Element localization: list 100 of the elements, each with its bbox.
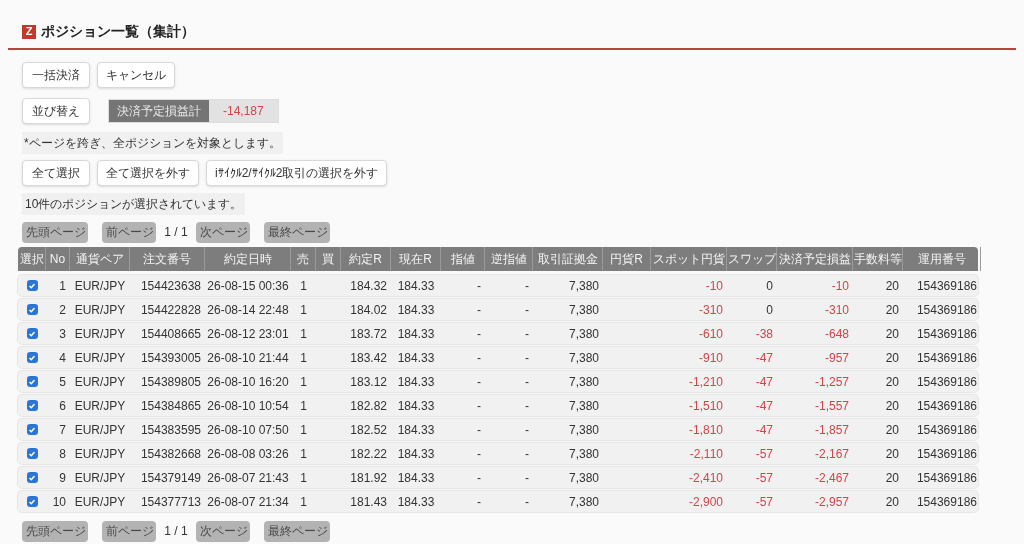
- table-cell-text: 154369186: [915, 349, 978, 367]
- table-row[interactable]: 4 EUR/JPY 154393005 26-08-10 21:44 1 183.42 184.33 - - 7,380 -910 -47 -957 20 154369186: [18, 347, 978, 368]
- table-cell-text: 183.12: [349, 373, 388, 391]
- table-cell-text: 7,380: [567, 397, 600, 415]
- table-cell-text: 1: [299, 349, 308, 367]
- table-cell-text: -: [524, 301, 530, 319]
- table-row[interactable]: 7 EUR/JPY 154383595 26-08-10 07:50 1 182.52 184.33 - - 7,380 -1,810 -47 -1,857 20 154369186: [18, 419, 978, 440]
- table-row[interactable]: 1 EUR/JPY 154423638 26-08-15 00:36 1 184.32 184.33 - - 7,380 -10 0 -10 20 154369186: [18, 275, 978, 296]
- table-row[interactable]: 10 EUR/JPY 154377713 26-08-07 21:34 1 181.43 184.33 - - 7,380 -2,900 -57 -2,957 20 154369186: [18, 491, 978, 512]
- table-cell-text: -310: [697, 301, 724, 319]
- table-cell-text: 154369186: [915, 469, 978, 487]
- table-cell-text: -: [476, 493, 482, 511]
- table-cell-text: 2: [58, 301, 67, 319]
- table-cell-text: 7,380: [567, 421, 600, 439]
- table-cell-text: -38: [754, 325, 774, 343]
- table-row[interactable]: 8 EUR/JPY 154382668 26-08-08 03:26 1 182.22 184.33 - - 7,380 -2,110 -57 -2,167 20 154369186: [18, 443, 978, 464]
- table-cell-text: -57: [754, 493, 774, 511]
- table-cell-text: EUR/JPY: [73, 493, 127, 511]
- table-cell-text: 20: [884, 445, 900, 463]
- table-cell-text: 154383595: [139, 421, 202, 439]
- checkbox[interactable]: [26, 472, 38, 483]
- deselect-all-button[interactable]: 全て選択を外す: [97, 160, 199, 186]
- table-cell-text: -: [476, 445, 482, 463]
- table-cell-text: 154369186: [915, 445, 978, 463]
- table-cell-text: 184.33: [396, 397, 436, 415]
- table-cell-text: 184.33: [396, 421, 436, 439]
- checkbox[interactable]: [26, 280, 38, 291]
- select-all-button[interactable]: 全て選択: [22, 160, 90, 186]
- sort-button[interactable]: 並び替え: [22, 98, 90, 124]
- total-value: -14,187: [222, 103, 265, 120]
- table-cell-text: -: [524, 277, 530, 295]
- checkbox[interactable]: [26, 496, 38, 507]
- table-cell-text: -: [524, 349, 530, 367]
- table-cell-text: 183.72: [349, 325, 388, 343]
- table-cell-text: -2,467: [813, 469, 850, 487]
- table-cell-text: 10: [51, 493, 67, 511]
- table-cell-text: -: [476, 325, 482, 343]
- table-cell-text: EUR/JPY: [73, 421, 127, 439]
- table-row[interactable]: 9 EUR/JPY 154379149 26-08-07 21:43 1 181.92 184.33 - - 7,380 -2,410 -57 -2,467 20 154369186: [18, 467, 978, 488]
- table-cell-text: -1,510: [687, 397, 724, 415]
- table-cell-text: 20: [884, 493, 900, 511]
- column-header: 運用番号: [903, 247, 981, 271]
- checkbox[interactable]: [26, 400, 38, 411]
- table-row[interactable]: 5 EUR/JPY 154389805 26-08-10 16:20 1 183.12 184.33 - - 7,380 -1,210 -47 -1,257 20 154369186: [18, 371, 978, 392]
- table-cell-text: 26-08-15 00:36: [206, 277, 290, 295]
- table-cell-text: 26-08-10 10:54: [206, 397, 290, 415]
- table-cell-text: 184.33: [396, 445, 436, 463]
- column-header: 選択: [18, 247, 46, 271]
- table-cell-text: 6: [58, 397, 67, 415]
- table-cell-text: 7,380: [567, 349, 600, 367]
- note-text: *ページを跨ぎ、全ポジションを対象とします。: [22, 132, 283, 154]
- checkbox[interactable]: [26, 328, 38, 339]
- checkbox[interactable]: [26, 448, 38, 459]
- table-row[interactable]: 3 EUR/JPY 154408665 26-08-12 23:01 1 183.72 184.33 - - 7,380 -610 -38 -648 20 154369186: [18, 323, 978, 344]
- table-cell-text: -: [476, 469, 482, 487]
- table-row[interactable]: 6 EUR/JPY 154384865 26-08-10 10:54 1 182.82 184.33 - - 7,380 -1,510 -47 -1,557 20 154369186: [18, 395, 978, 416]
- table-cell-text: 182.52: [349, 421, 388, 439]
- table-cell-text: 1: [299, 397, 308, 415]
- cancel-button[interactable]: キャンセル: [97, 62, 175, 88]
- table-cell-text: 7,380: [567, 373, 600, 391]
- checkbox[interactable]: [26, 304, 38, 315]
- table-cell-text: 7,380: [567, 493, 600, 511]
- table-cell-text: 20: [884, 277, 900, 295]
- column-header: 通貨ペア: [70, 247, 130, 271]
- checkbox[interactable]: [26, 376, 38, 387]
- table-cell-text: -: [524, 493, 530, 511]
- table-cell-text: -2,957: [813, 493, 850, 511]
- checkbox[interactable]: [26, 352, 38, 363]
- table-cell-text: 1: [58, 277, 67, 295]
- table-cell-text: 154382668: [139, 445, 202, 463]
- table-cell-text: 1: [299, 445, 308, 463]
- table-cell-text: EUR/JPY: [73, 349, 127, 367]
- table-cell-text: 0: [765, 301, 774, 319]
- bulk-settle-button[interactable]: 一括決済: [22, 62, 90, 88]
- table-cell-text: -: [476, 373, 482, 391]
- table-cell-text: 154408665: [139, 325, 202, 343]
- checkbox[interactable]: [26, 424, 38, 435]
- deselect-cycle-button[interactable]: iｻｲｸﾙ2/ｻｲｸﾙ2取引の選択を外す: [206, 160, 388, 186]
- table-cell-text: 184.33: [396, 373, 436, 391]
- table-cell-text: -: [476, 397, 482, 415]
- table-cell-text: 26-08-08 03:26: [206, 445, 290, 463]
- table-cell-text: -1,210: [687, 373, 724, 391]
- selection-message: 10件のポジションが選択されています。: [22, 193, 246, 215]
- table-cell-text: 184.33: [396, 301, 436, 319]
- column-header: 決済予定損益: [777, 247, 853, 271]
- table-cell-text: 1: [299, 493, 308, 511]
- logo-icon: Z: [22, 24, 36, 39]
- column-header: 約定R: [341, 247, 391, 271]
- table-cell-text: 154384865: [139, 397, 202, 415]
- table-cell-text: 181.92: [349, 469, 388, 487]
- table-cell-text: 184.33: [396, 325, 436, 343]
- table-cell-text: -2,410: [687, 469, 724, 487]
- table-row[interactable]: 2 EUR/JPY 154422828 26-08-14 22:48 1 184.02 184.33 - - 7,380 -310 0 -310 20 154369186: [18, 299, 978, 320]
- table-cell-text: 154389805: [139, 373, 202, 391]
- table-cell-text: 1: [299, 469, 308, 487]
- table-cell-text: -910: [697, 349, 724, 367]
- table-cell-text: -: [524, 325, 530, 343]
- table-cell-text: 26-08-10 16:20: [206, 373, 290, 391]
- table-cell-text: 20: [884, 325, 900, 343]
- table-cell-text: 154393005: [139, 349, 202, 367]
